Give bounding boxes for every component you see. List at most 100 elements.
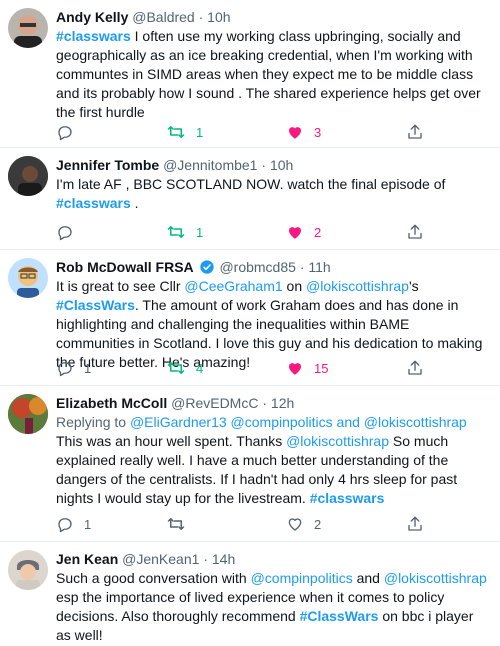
retweet-button[interactable]: 1 bbox=[166, 122, 203, 142]
author-handle[interactable]: @Baldred bbox=[132, 9, 194, 25]
replying-to-mentions[interactable]: @EliGardner13 @compinpolitics and @lokis… bbox=[130, 414, 467, 430]
like-button[interactable]: 15 bbox=[286, 358, 328, 378]
heart-outline-icon bbox=[288, 518, 302, 531]
share-icon bbox=[408, 124, 422, 139]
heart-filled-icon bbox=[289, 227, 301, 239]
mention-link[interactable]: @lokiscottishrap bbox=[306, 278, 409, 294]
avatar[interactable] bbox=[8, 156, 48, 196]
text-segment: Such a good conversation with bbox=[56, 570, 251, 586]
tweet-text: Such a good conversation with @compinpol… bbox=[56, 569, 488, 645]
reply-icon bbox=[58, 362, 72, 377]
reply-button[interactable] bbox=[56, 222, 84, 242]
reply-button[interactable]: 1 bbox=[56, 514, 91, 534]
share-button[interactable] bbox=[406, 514, 424, 534]
author-handle[interactable]: @robmcd85 bbox=[219, 259, 295, 275]
text-segment: . bbox=[130, 195, 139, 211]
retweet-button[interactable]: 4 bbox=[166, 358, 203, 378]
separator-dot: · bbox=[299, 259, 305, 275]
reply-icon bbox=[58, 518, 72, 533]
timestamp[interactable]: 14h bbox=[212, 551, 235, 567]
heart-filled-icon bbox=[289, 363, 301, 375]
tweet-jen-kean[interactable]: Jen Kean @JenKean1 · 14h Such a good con… bbox=[0, 542, 500, 646]
share-icon bbox=[408, 516, 422, 531]
timestamp[interactable]: 10h bbox=[207, 9, 230, 25]
text-segment: and bbox=[352, 570, 384, 586]
like-button[interactable]: 2 bbox=[286, 514, 321, 534]
tweet-rob-mcdowall[interactable]: Rob McDowall FRSA @robmcd85 · 11h It is … bbox=[0, 250, 500, 386]
text-segment: This was an hour well spent. Thanks bbox=[56, 433, 287, 449]
retweet-button[interactable]: 1 bbox=[166, 222, 203, 242]
retweet-icon bbox=[167, 362, 185, 374]
retweet-icon bbox=[167, 126, 185, 138]
hashtag-link[interactable]: #classwars bbox=[56, 195, 131, 211]
retweet-count: 4 bbox=[196, 360, 204, 376]
mention-link[interactable]: @lokiscottishrap bbox=[384, 570, 487, 586]
tweet-text: I'm late AF , BBC SCOTLAND NOW. watch th… bbox=[56, 175, 488, 213]
text-segment: on bbox=[282, 278, 307, 294]
author-handle[interactable]: @RevEDMcC bbox=[171, 395, 258, 411]
mention-link[interactable]: @compinpolitics bbox=[251, 570, 353, 586]
reply-count: 1 bbox=[84, 516, 92, 532]
mention-link[interactable]: @lokiscottishrap bbox=[286, 433, 389, 449]
reply-button[interactable]: 1 bbox=[56, 358, 91, 378]
hashtag-link[interactable]: #ClassWars bbox=[56, 297, 135, 313]
retweet-count: 1 bbox=[196, 124, 204, 140]
reply-icon bbox=[58, 126, 72, 141]
tweet-actions: 1 3 bbox=[56, 122, 436, 142]
separator-dot: · bbox=[198, 9, 204, 25]
avatar[interactable] bbox=[8, 550, 48, 590]
timestamp[interactable]: 10h bbox=[270, 157, 293, 173]
author-name[interactable]: Elizabeth McColl bbox=[56, 395, 167, 411]
heart-filled-icon bbox=[289, 127, 301, 139]
avatar[interactable] bbox=[8, 8, 48, 48]
reply-count: 1 bbox=[84, 360, 92, 376]
share-icon bbox=[408, 360, 422, 375]
share-icon bbox=[408, 224, 422, 239]
tweet-actions: 1 2 bbox=[56, 514, 436, 534]
replying-to: Replying to @EliGardner13 @compinpolitic… bbox=[56, 413, 488, 432]
text-segment: I'm late AF , BBC SCOTLAND NOW. watch th… bbox=[56, 176, 446, 192]
timestamp[interactable]: 11h bbox=[308, 259, 330, 275]
like-count: 15 bbox=[314, 360, 329, 376]
hashtag-link[interactable]: #ClassWars bbox=[300, 608, 379, 624]
share-button[interactable] bbox=[406, 222, 424, 242]
like-button[interactable]: 2 bbox=[286, 222, 321, 242]
like-count: 3 bbox=[314, 124, 322, 140]
retweet-icon bbox=[167, 226, 185, 238]
retweet-count: 1 bbox=[196, 224, 204, 240]
avatar[interactable] bbox=[8, 394, 48, 434]
replying-prefix: Replying to bbox=[56, 414, 130, 430]
author-name[interactable]: Jennifer Tombe bbox=[56, 157, 159, 173]
author-name[interactable]: Andy Kelly bbox=[56, 9, 128, 25]
tweet-andy-kelly[interactable]: Andy Kelly @Baldred · 10h #classwars I o… bbox=[0, 0, 500, 148]
text-segment: It is great to see Cllr bbox=[56, 278, 185, 294]
author-name[interactable]: Rob McDowall FRSA bbox=[56, 259, 194, 275]
author-name[interactable]: Jen Kean bbox=[56, 551, 118, 567]
hashtag-link[interactable]: #classwars bbox=[310, 490, 385, 506]
text-segment: 's bbox=[408, 278, 419, 294]
timestamp[interactable]: 12h bbox=[271, 395, 294, 411]
like-count: 2 bbox=[314, 224, 322, 240]
retweet-button[interactable] bbox=[166, 514, 196, 534]
tweet-elizabeth-mccoll[interactable]: Elizabeth McColl @RevEDMcC · 12h Replyin… bbox=[0, 386, 500, 542]
tweet-text: #classwars I often use my working class … bbox=[56, 27, 488, 122]
verified-badge-icon bbox=[199, 260, 214, 274]
share-button[interactable] bbox=[406, 122, 424, 142]
retweet-icon bbox=[167, 518, 185, 530]
tweet-actions: 1 2 bbox=[56, 222, 436, 242]
hashtag-link[interactable]: #classwars bbox=[56, 28, 131, 44]
avatar[interactable] bbox=[8, 258, 48, 298]
like-button[interactable]: 3 bbox=[286, 122, 321, 142]
separator-dot: · bbox=[261, 157, 267, 173]
share-button[interactable] bbox=[406, 358, 424, 378]
tweet-jennifer-tombe[interactable]: Jennifer Tombe @Jennitombe1 · 10h I'm la… bbox=[0, 148, 500, 250]
author-handle[interactable]: @Jennitombe1 bbox=[163, 157, 257, 173]
mention-link[interactable]: @CeeGraham1 bbox=[184, 278, 282, 294]
separator-dot: · bbox=[262, 395, 268, 411]
author-handle[interactable]: @JenKean1 bbox=[122, 551, 199, 567]
tweet-actions: 1 4 15 bbox=[56, 358, 436, 378]
separator-dot: · bbox=[203, 551, 208, 567]
like-count: 2 bbox=[314, 516, 322, 532]
reply-button[interactable] bbox=[56, 122, 84, 142]
reply-icon bbox=[58, 226, 72, 241]
